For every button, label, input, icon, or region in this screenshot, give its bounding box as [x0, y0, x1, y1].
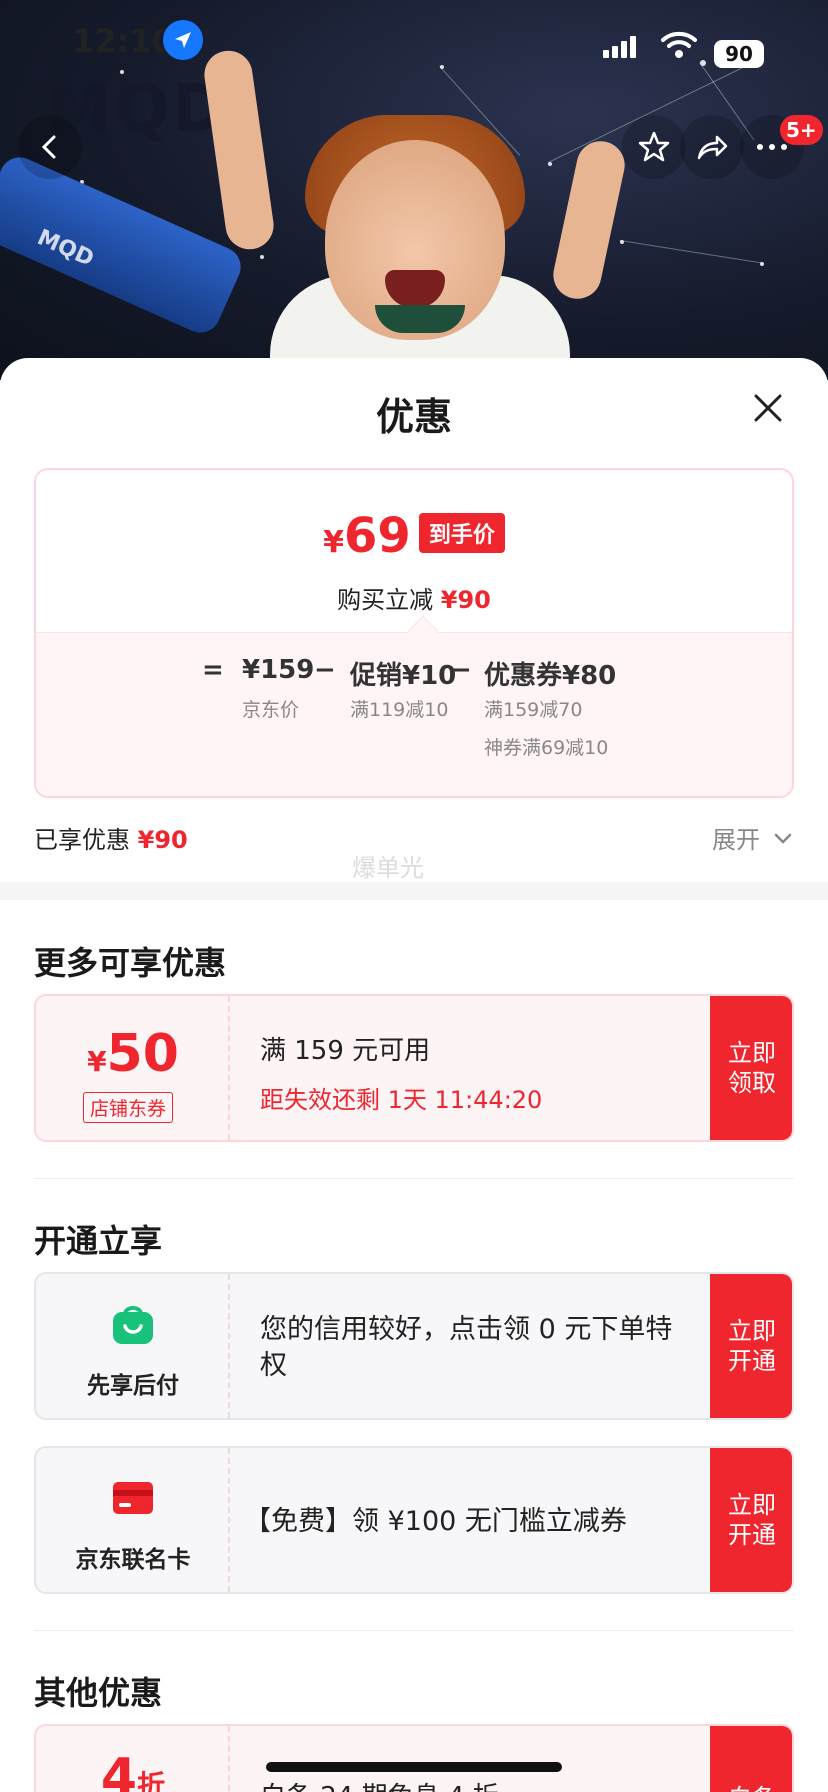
minus-sign: −: [314, 655, 336, 685]
share-icon: [697, 135, 728, 160]
promo-rule: 满119减10: [350, 699, 449, 721]
chevron-down-icon: [774, 833, 791, 844]
child-photo: [201, 47, 630, 380]
service-name: 先享后付: [87, 1373, 179, 1399]
equals-sign: =: [202, 655, 224, 685]
minus-sign: −: [450, 655, 472, 685]
coupon-rule: 神券满69减10: [484, 737, 609, 759]
home-indicator[interactable]: [266, 1762, 562, 1772]
status-time: 12:10: [72, 22, 174, 60]
coupon-condition: 满 159 元可用: [260, 1036, 431, 1066]
status-bar: 12:10 90: [0, 0, 828, 80]
offers-sheet: 优惠 ¥69 到手价 购买立减 ¥90 = ¥159 京东价 − 促销¥10 满1…: [0, 358, 828, 1792]
coupon-type-tag: 店铺东券: [83, 1092, 174, 1123]
co-branded-card: 京东联名卡 【免费】领 ¥100 无门槛立减券 立即 开通: [34, 1446, 794, 1594]
section-title-more-offers: 更多可享优惠: [34, 944, 227, 982]
location-arrow-icon: [163, 20, 203, 60]
section-title-open-enjoy: 开通立享: [34, 1222, 163, 1260]
store-coupon-card: ¥50 店铺东券 满 159 元可用 距失效还剩 1天 11:44:20 立即 …: [34, 994, 794, 1142]
chevron-left-icon: [41, 135, 56, 159]
more-dots-icon: [757, 144, 787, 150]
battery-indicator: 90: [714, 40, 764, 68]
sheet-title: 优惠: [375, 395, 452, 439]
claim-coupon-button[interactable]: 立即 领取: [710, 996, 792, 1140]
final-price-tag: 到手价: [418, 513, 505, 553]
activate-card-button[interactable]: 立即 开通: [710, 1448, 792, 1592]
installment-button[interactable]: 白条: [710, 1726, 792, 1792]
expand-toggle[interactable]: 展开: [712, 820, 792, 855]
coupon-countdown: 距失效还剩 1天 11:44:20: [260, 1086, 543, 1114]
enjoyed-discount: 已享优惠 ¥90: [34, 826, 188, 854]
jd-price: ¥159: [242, 655, 315, 685]
service-description: 【免费】领 ¥100 无门槛立减券: [244, 1506, 627, 1537]
watermark-text: 爆单光: [352, 854, 424, 882]
installment-offer-card: 4折 白条 24 期免息 4 折 白条: [34, 1724, 794, 1792]
coupon-amount: ¥50: [87, 1024, 179, 1084]
service-name: 京东联名卡: [75, 1547, 191, 1573]
wifi-icon: [660, 28, 698, 64]
share-button[interactable]: [680, 115, 744, 179]
offer-description: 白条 24 期免息 4 折: [260, 1776, 499, 1792]
message-count-badge: 5+: [780, 115, 823, 145]
shopping-bag-icon: [113, 1306, 153, 1344]
final-price: ¥69 到手价: [36, 508, 792, 564]
star-icon: [638, 131, 670, 162]
activate-pay-later-button[interactable]: 立即 开通: [710, 1274, 792, 1418]
credit-card-icon: [113, 1482, 153, 1514]
promo-discount: 促销¥10: [350, 661, 457, 691]
price-breakdown-card: ¥69 到手价 购买立减 ¥90 = ¥159 京东价 − 促销¥10 满119减…: [34, 468, 794, 798]
coupon-discount: 优惠券¥80: [484, 661, 617, 691]
coupon-rule: 满159减70: [484, 699, 583, 721]
instant-reduction: 购买立减 ¥90: [337, 586, 491, 614]
pay-later-card: 先享后付 您的信用较好，点击领 0 元下单特权 立即 开通: [34, 1272, 794, 1420]
close-icon[interactable]: [748, 388, 788, 428]
jd-price-label: 京东价: [242, 699, 300, 721]
service-description: 您的信用较好，点击领 0 元下单特权: [260, 1314, 673, 1381]
favorite-button[interactable]: [622, 115, 686, 179]
back-button[interactable]: [18, 115, 82, 179]
offer-discount: 4折: [100, 1748, 166, 1792]
section-title-other-offers: 其他优惠: [34, 1674, 163, 1712]
